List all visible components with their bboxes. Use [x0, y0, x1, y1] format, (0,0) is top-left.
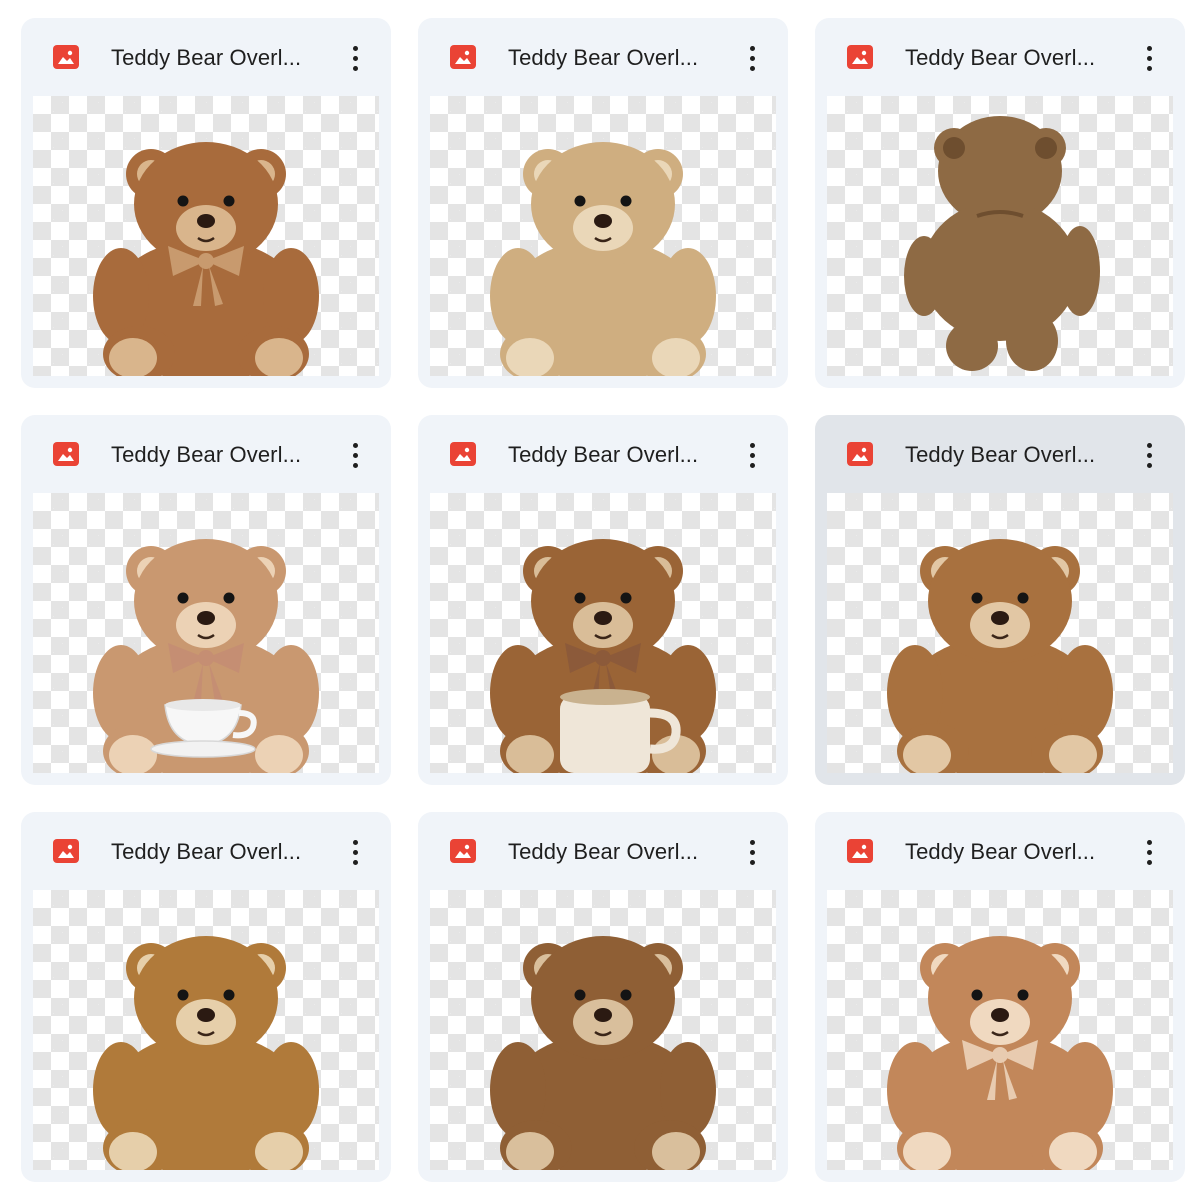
image-file-icon [53, 45, 79, 69]
more-options-dot [749, 45, 755, 51]
file-title[interactable]: Teddy Bear Overl... [111, 838, 321, 866]
file-thumbnail[interactable] [33, 493, 379, 773]
more-options-icon[interactable] [738, 40, 766, 76]
more-options-dot [749, 849, 755, 855]
file-title[interactable]: Teddy Bear Overl... [905, 441, 1115, 469]
file-card-header: Teddy Bear Overl... [21, 415, 391, 493]
file-thumbnail[interactable] [430, 96, 776, 376]
file-card[interactable]: Teddy Bear Overl... [21, 18, 391, 388]
more-options-dot [749, 452, 755, 458]
more-options-icon[interactable] [341, 40, 369, 76]
image-file-icon [450, 45, 476, 69]
teddy-bear-image [904, 116, 1100, 371]
more-options-dot [1146, 442, 1152, 448]
file-card[interactable]: Teddy Bear Overl... [21, 415, 391, 785]
more-options-dot [352, 462, 358, 468]
more-options-dot [749, 462, 755, 468]
file-title[interactable]: Teddy Bear Overl... [111, 441, 321, 469]
teddy-bear-image [490, 539, 716, 773]
more-options-dot [749, 442, 755, 448]
teddy-bear-image [93, 539, 319, 773]
file-title[interactable]: Teddy Bear Overl... [508, 838, 718, 866]
file-card[interactable]: Teddy Bear Overl... [418, 415, 788, 785]
teddy-bear-image [93, 142, 319, 376]
file-card-header: Teddy Bear Overl... [418, 415, 788, 493]
teddy-bear-image [490, 936, 716, 1170]
file-thumbnail[interactable] [33, 96, 379, 376]
more-options-dot [352, 45, 358, 51]
file-title[interactable]: Teddy Bear Overl... [905, 838, 1115, 866]
more-options-icon[interactable] [341, 834, 369, 870]
file-card-header: Teddy Bear Overl... [815, 18, 1185, 96]
more-options-dot [1146, 45, 1152, 51]
more-options-dot [352, 442, 358, 448]
more-options-dot [1146, 839, 1152, 845]
more-options-dot [352, 859, 358, 865]
file-card[interactable]: Teddy Bear Overl... [418, 812, 788, 1182]
file-thumbnail[interactable] [827, 890, 1173, 1170]
file-card[interactable]: Teddy Bear Overl... [418, 18, 788, 388]
more-options-icon[interactable] [738, 437, 766, 473]
file-card[interactable]: Teddy Bear Overl... [815, 415, 1185, 785]
image-file-icon [53, 442, 79, 466]
more-options-icon[interactable] [1135, 437, 1163, 473]
more-options-icon[interactable] [1135, 834, 1163, 870]
teddy-bear-image [887, 539, 1113, 773]
teddy-bear-image [93, 936, 319, 1170]
more-options-dot [352, 849, 358, 855]
more-options-icon[interactable] [1135, 40, 1163, 76]
more-options-icon[interactable] [738, 834, 766, 870]
image-file-icon [847, 839, 873, 863]
more-options-dot [1146, 452, 1152, 458]
file-card-header: Teddy Bear Overl... [815, 415, 1185, 493]
more-options-dot [1146, 65, 1152, 71]
file-thumbnail[interactable] [430, 493, 776, 773]
more-options-dot [352, 452, 358, 458]
file-title[interactable]: Teddy Bear Overl... [905, 44, 1115, 72]
file-thumbnail[interactable] [33, 890, 379, 1170]
image-file-icon [847, 45, 873, 69]
file-card-header: Teddy Bear Overl... [815, 812, 1185, 890]
file-title[interactable]: Teddy Bear Overl... [508, 441, 718, 469]
more-options-dot [1146, 55, 1152, 61]
image-file-icon [847, 442, 873, 466]
file-card[interactable]: Teddy Bear Overl... [21, 812, 391, 1182]
file-title[interactable]: Teddy Bear Overl... [111, 44, 321, 72]
more-options-dot [1146, 849, 1152, 855]
more-options-icon[interactable] [341, 437, 369, 473]
file-card-header: Teddy Bear Overl... [21, 812, 391, 890]
more-options-dot [352, 55, 358, 61]
file-thumbnail[interactable] [827, 493, 1173, 773]
more-options-dot [749, 65, 755, 71]
more-options-dot [1146, 859, 1152, 865]
file-card-header: Teddy Bear Overl... [418, 18, 788, 96]
more-options-dot [1146, 462, 1152, 468]
more-options-dot [749, 859, 755, 865]
file-card-header: Teddy Bear Overl... [21, 18, 391, 96]
more-options-dot [352, 65, 358, 71]
more-options-dot [352, 839, 358, 845]
teddy-bear-image [887, 936, 1113, 1170]
image-file-icon [450, 442, 476, 466]
file-card-header: Teddy Bear Overl... [418, 812, 788, 890]
file-grid: Teddy Bear Overl... Teddy Bear Overl... Te… [0, 0, 1204, 1192]
image-file-icon [53, 839, 79, 863]
file-card[interactable]: Teddy Bear Overl... [815, 18, 1185, 388]
file-title[interactable]: Teddy Bear Overl... [508, 44, 718, 72]
more-options-dot [749, 839, 755, 845]
teddy-bear-image [490, 142, 716, 376]
more-options-dot [749, 55, 755, 61]
file-thumbnail[interactable] [430, 890, 776, 1170]
file-thumbnail[interactable] [827, 96, 1173, 376]
file-card[interactable]: Teddy Bear Overl... [815, 812, 1185, 1182]
image-file-icon [450, 839, 476, 863]
